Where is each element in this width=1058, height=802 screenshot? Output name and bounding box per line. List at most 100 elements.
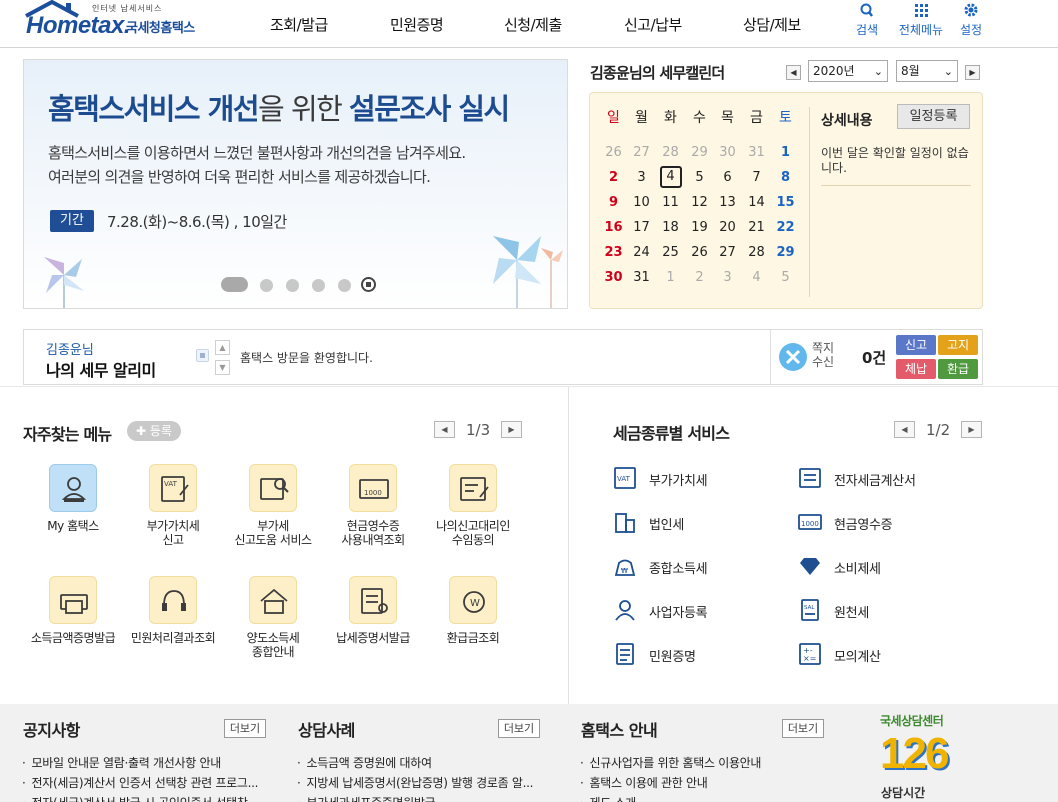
banner-indicator-active[interactable] bbox=[221, 277, 248, 292]
note-count[interactable]: 0건 bbox=[862, 347, 886, 368]
calendar-day[interactable]: 30 bbox=[599, 266, 628, 290]
calendar-day[interactable]: 7 bbox=[742, 166, 771, 190]
hometax-logo[interactable]: 인터넷 납세서비스 Hometax. 국세청홈택스 bbox=[22, 0, 212, 44]
calendar-day[interactable]: 6 bbox=[713, 166, 742, 190]
notice-button[interactable]: 고지 bbox=[938, 335, 978, 355]
calendar-day[interactable]: 4 bbox=[656, 166, 685, 190]
taxservice-item[interactable]: +- ×= 모의계산 bbox=[798, 642, 968, 668]
fav-label[interactable]: 양도소득세 종합안내 bbox=[218, 631, 328, 659]
calendar-day[interactable]: 14 bbox=[742, 191, 771, 215]
calendar-day[interactable]: 13 bbox=[713, 191, 742, 215]
taxservice-item[interactable]: 전자세금계산서 bbox=[798, 466, 968, 492]
nav-application[interactable]: 신청/제출 bbox=[504, 14, 562, 35]
case-item[interactable]: 부가세과세표준증명원발급 bbox=[297, 794, 436, 802]
favorites-register-button[interactable]: ✚ 등록 bbox=[127, 421, 181, 441]
fav-label[interactable]: 환급금조회 bbox=[418, 631, 528, 645]
banner-indicator-3[interactable] bbox=[286, 279, 299, 292]
year-prev-button[interactable]: ◀ bbox=[786, 65, 801, 80]
fav-icon-search[interactable] bbox=[249, 464, 297, 512]
calendar-day[interactable]: 28 bbox=[742, 241, 771, 265]
search-button[interactable]: 검색 bbox=[841, 2, 893, 38]
nav-certificate[interactable]: 민원증명 bbox=[390, 14, 444, 35]
taxservice-prev-button[interactable]: ◀ bbox=[894, 421, 915, 438]
calendar-day[interactable]: 30 bbox=[713, 141, 742, 165]
case-item[interactable]: 소득금액 증명원에 대하여 bbox=[297, 754, 432, 771]
calendar-day[interactable]: 19 bbox=[685, 216, 714, 240]
notice-item[interactable]: 전자(세금)계산서 인증서 선택창 관련 프로그... bbox=[22, 774, 259, 791]
nav-filing[interactable]: 신고/납부 bbox=[624, 14, 682, 35]
nav-inquiry[interactable]: 조회/발급 bbox=[270, 14, 328, 35]
calendar-day[interactable]: 5 bbox=[771, 266, 800, 290]
fav-label[interactable]: My 홈택스 bbox=[18, 519, 128, 533]
calendar-day[interactable]: 3 bbox=[713, 266, 742, 290]
fav-label[interactable]: 부가가치세 신고 bbox=[118, 519, 228, 547]
calendar-day[interactable]: 20 bbox=[713, 216, 742, 240]
fav-icon-refund[interactable]: W bbox=[449, 576, 497, 624]
notice-item[interactable]: 모바일 안내문 열람·출력 개선사항 안내 bbox=[22, 754, 222, 771]
calendar-day[interactable]: 23 bbox=[599, 241, 628, 265]
favorites-next-button[interactable]: ▶ bbox=[501, 421, 522, 438]
calendar-day[interactable]: 12 bbox=[685, 191, 714, 215]
taxservice-item[interactable]: SAL 원천세 bbox=[798, 598, 968, 624]
calendar-day[interactable]: 1 bbox=[771, 141, 800, 165]
fav-label[interactable]: 나의신고대리인 수임동의 bbox=[418, 519, 528, 547]
register-schedule-button[interactable]: 일정등록 bbox=[897, 104, 970, 129]
calendar-day[interactable]: 26 bbox=[685, 241, 714, 265]
taxservice-item[interactable]: 1000 현금영수증 bbox=[798, 510, 968, 536]
alert-down-button[interactable]: ▼ bbox=[215, 360, 230, 375]
banner-pause-button[interactable] bbox=[361, 277, 376, 292]
calendar-day[interactable]: 2 bbox=[685, 266, 714, 290]
banner-indicator-4[interactable] bbox=[312, 279, 325, 292]
guide-item[interactable]: 홈택스 이용에 관한 안내 bbox=[580, 774, 708, 791]
fav-icon-edit[interactable] bbox=[449, 464, 497, 512]
fav-label[interactable]: 소득금액증명발급 bbox=[18, 631, 128, 645]
survey-banner[interactable]: 홈택스서비스 개선을 위한 설문조사 실시 홈택스서비스를 이용하면서 느꼈던 … bbox=[23, 59, 568, 309]
fav-icon-doc[interactable] bbox=[349, 576, 397, 624]
taxservice-next-button[interactable]: ▶ bbox=[961, 421, 982, 438]
fav-icon-house[interactable] bbox=[249, 576, 297, 624]
fav-label[interactable]: 현금영수증 사용내역조회 bbox=[318, 519, 428, 547]
notice-more-button[interactable]: 더보기 bbox=[224, 719, 266, 738]
calendar-day[interactable]: 31 bbox=[742, 141, 771, 165]
calendar-day[interactable]: 8 bbox=[771, 166, 800, 190]
favorites-prev-button[interactable]: ◀ bbox=[434, 421, 455, 438]
taxservice-item[interactable]: 민원증명 bbox=[613, 642, 783, 668]
fav-icon-vat[interactable]: VAT bbox=[149, 464, 197, 512]
calendar-day[interactable]: 9 bbox=[599, 191, 628, 215]
fav-icon-person[interactable] bbox=[49, 464, 97, 512]
calendar-day[interactable]: 25 bbox=[656, 241, 685, 265]
calendar-day[interactable]: 28 bbox=[656, 141, 685, 165]
banner-indicator-5[interactable] bbox=[338, 279, 351, 292]
taxservice-item[interactable]: 법인세 bbox=[613, 510, 783, 536]
taxservice-item[interactable]: ₩ 종합소득세 bbox=[613, 554, 783, 580]
cases-more-button[interactable]: 더보기 bbox=[498, 719, 540, 738]
calendar-day[interactable]: 5 bbox=[685, 166, 714, 190]
taxservice-item[interactable]: VAT 부가가치세 bbox=[613, 466, 783, 492]
guide-item[interactable]: 신규사업자를 위한 홈택스 이용안내 bbox=[580, 754, 762, 771]
year-select[interactable]: 2020년 ⌄ bbox=[808, 60, 888, 82]
calendar-day[interactable]: 15 bbox=[771, 191, 800, 215]
calendar-day[interactable]: 16 bbox=[599, 216, 628, 240]
calendar-day[interactable]: 29 bbox=[771, 241, 800, 265]
calendar-day[interactable]: 11 bbox=[656, 191, 685, 215]
calendar-day[interactable]: 31 bbox=[627, 266, 656, 290]
month-select[interactable]: 8월 ⌄ bbox=[896, 60, 958, 82]
calendar-day[interactable]: 18 bbox=[656, 216, 685, 240]
case-item[interactable]: 지방세 납세증명서(완납증명) 발행 경로좀 알... bbox=[297, 774, 534, 791]
calendar-day[interactable]: 24 bbox=[627, 241, 656, 265]
calendar-day[interactable]: 26 bbox=[599, 141, 628, 165]
month-next-button[interactable]: ▶ bbox=[965, 65, 980, 80]
fav-label[interactable]: 민원처리결과조회 bbox=[118, 631, 228, 645]
fav-icon-receipt[interactable]: 1000 bbox=[349, 464, 397, 512]
banner-indicator-2[interactable] bbox=[260, 279, 273, 292]
fav-icon-print[interactable] bbox=[49, 576, 97, 624]
calendar-day[interactable]: 27 bbox=[713, 241, 742, 265]
guide-item[interactable]: 제도 소개 bbox=[580, 794, 637, 802]
calendar-day[interactable]: 1 bbox=[656, 266, 685, 290]
alert-up-button[interactable]: ▲ bbox=[215, 340, 230, 355]
calendar-day[interactable]: 2 bbox=[599, 166, 628, 190]
nav-consulting[interactable]: 상담/제보 bbox=[743, 14, 801, 35]
calendar-day[interactable]: 3 bbox=[627, 166, 656, 190]
report-button[interactable]: 신고 bbox=[896, 335, 936, 355]
arrears-button[interactable]: 체납 bbox=[896, 359, 936, 379]
